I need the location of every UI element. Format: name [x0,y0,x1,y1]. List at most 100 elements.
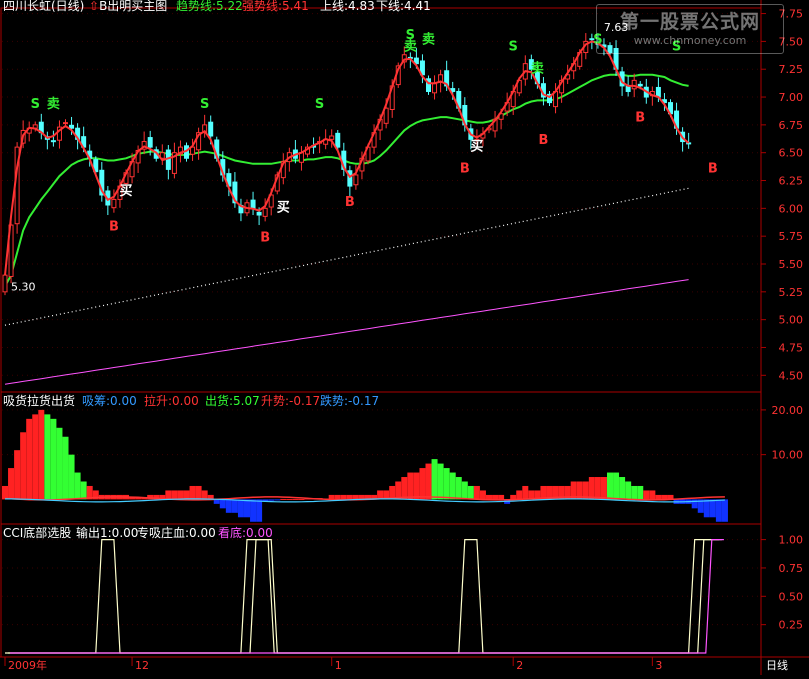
volume-bar [183,490,190,500]
volume-bar [68,454,75,500]
time-tick-label: 2 [516,659,523,672]
cci-panel-frame [0,523,762,658]
volume-bar [588,477,595,500]
candle-body [2,274,8,293]
price-extreme-label: 5.30 [11,280,36,293]
volume-bar [473,485,480,500]
cci-axis-tick-label: 0.50 [779,590,804,603]
volume-bar [201,490,208,500]
volume-bar [8,468,15,500]
signal-marker: S [31,97,40,112]
price-axis-tick-label: 5.75 [779,230,804,243]
signal-marker: 买 [119,184,132,199]
volume-bar [516,490,523,500]
volume-bar [231,499,238,513]
time-tick-label: 2009年 [8,658,47,672]
candle-body [262,207,268,217]
volume-bar [62,436,69,500]
volume-bar [56,427,63,500]
volume-bar [649,490,656,500]
volume-bar [219,499,226,509]
volume-bar [449,472,456,500]
price-axis-tick-label: 7.25 [779,63,804,76]
volume-bar [280,498,287,500]
volume-axis-tick-label: 10.00 [772,449,804,462]
volume-bar [171,490,178,500]
panel2-item-uptrend: 升势:-0.17 [261,394,321,408]
price-axis-tick-label: 7.00 [779,91,804,104]
panel2-item-distribute: 出货:5.07 [205,394,260,408]
signal-marker: B [260,231,270,246]
signal-marker: B [708,162,718,177]
volume-bar [703,499,710,518]
strong-line-value: 强势线:5.41 [242,0,309,13]
cci-axis-tick-label: 0.75 [779,562,804,575]
volume-bar [20,432,27,500]
volume-bar [26,418,33,500]
candle-body [631,79,637,90]
panel2-item-accumulate: 吸筹:0.00 [82,394,137,408]
volume-bar [492,494,499,500]
signal-marker: S [200,97,209,112]
indicator-name: ⇧B出明买主图 [89,0,167,13]
panel2-item-pullup: 拉升:0.00 [144,394,199,408]
volume-panel-title: 吸货拉货出货 [3,394,76,408]
candle-body [353,174,359,186]
price-axis-tick-label: 4.75 [779,341,804,354]
volume-bar [637,485,644,500]
signal-marker: B [635,111,645,126]
volume-bar [225,499,232,513]
volume-bar [655,494,662,500]
volume-bar [352,494,359,500]
volume-bar [413,472,420,500]
time-tick-label: 12 [135,659,149,672]
signal-marker: 买 [470,139,483,154]
stock-title: 四川长虹(日线) [3,0,85,13]
volume-bar [244,499,250,518]
volume-bar [479,490,486,500]
signal-marker: S [509,39,518,54]
volume-bar [286,498,293,500]
signal-marker: B [460,162,470,177]
cci-axis-tick-label: 0.25 [779,619,804,632]
volume-bar [425,463,432,500]
volume-panel-frame [0,391,762,525]
volume-bar [14,450,21,500]
volume-bar [594,477,601,500]
volume-bar [455,477,462,500]
volume-bar [721,499,728,522]
volume-bar [2,485,8,500]
signal-marker: B [538,133,548,148]
volume-bar [292,498,299,500]
lower-line-series [4,279,689,385]
volume-bar [631,485,638,500]
volume-bar [522,485,529,500]
volume-bar [461,481,468,500]
strong-line-series [4,40,690,276]
volume-bar [625,481,632,500]
volume-bar [467,485,474,500]
volume-bar [340,494,347,500]
panel3-item-absorb: 专吸庄血:0.00 [137,526,216,540]
signal-marker: 卖 [531,61,544,77]
candle-body [63,122,68,125]
chart-canvas[interactable]: 4.50 4.75 5.00 5.25 5.50 5.75 6.00 6.25 6.50 6.75… [0,0,809,675]
volume-bar [38,409,45,500]
volume-bar [619,477,626,500]
candle-body [432,83,438,94]
volume-bar [431,459,438,500]
volume-bar [256,499,263,522]
time-tick-label: 3 [655,659,662,672]
candle-body [250,199,256,209]
panel3-item-output1: 输出1:0.00 [76,526,139,540]
cci-axis-tick-label: 1.00 [779,534,804,547]
cci-panel-title: CCI底部选股 [3,526,72,540]
volume-bar [165,490,172,500]
price-axis-tick-label: 5.50 [779,258,804,271]
volume-bar [709,499,716,518]
price-axis-tick-label: 6.50 [779,147,804,160]
signal-marker: S [315,97,324,112]
volume-bar [195,485,202,500]
volume-bar [401,477,408,500]
volume-bar [643,490,650,500]
